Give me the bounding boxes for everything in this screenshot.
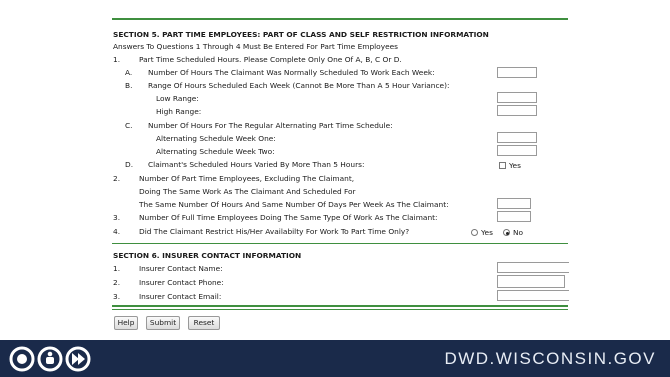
- radio-icon[interactable]: [471, 229, 478, 236]
- checkbox-icon[interactable]: [499, 162, 506, 169]
- q1d-text: Claimant's Scheduled Hours Varied By Mor…: [148, 160, 365, 169]
- contact-phone-label: Insurer Contact Phone:: [139, 278, 224, 287]
- q2-line1: Number Of Part Time Employees, Excluding…: [139, 174, 355, 183]
- contact-email-number: 3.: [113, 292, 121, 301]
- q2-line2: Doing The Same Work As The Claimant And …: [139, 187, 356, 196]
- normal-hours-input[interactable]: [497, 67, 537, 78]
- q4-number: 4.: [113, 227, 121, 236]
- part-time-count-input[interactable]: [497, 198, 531, 209]
- radio-selected-icon[interactable]: [503, 229, 510, 236]
- q1c-letter: C.: [125, 121, 133, 130]
- q4-text: Did The Claimant Restrict His/Her Availa…: [139, 227, 410, 236]
- form-bottom-rule: [112, 305, 568, 307]
- restrict-no-radio[interactable]: No: [503, 228, 523, 237]
- q3-text: Number Of Full Time Employees Doing The …: [139, 213, 438, 222]
- varied-hours-yes-label: Yes: [509, 161, 521, 170]
- contact-phone-input[interactable]: [497, 275, 565, 288]
- q1-text: Part Time Scheduled Hours. Please Comple…: [139, 55, 402, 64]
- q1d-letter: D.: [125, 160, 134, 169]
- q3-number: 3.: [113, 213, 121, 222]
- contact-name-number: 1.: [113, 264, 121, 273]
- q1a-text: Number Of Hours The Claimant Was Normall…: [148, 68, 435, 77]
- q2-line3: The Same Number Of Hours And Same Number…: [139, 200, 449, 209]
- help-button[interactable]: Help: [114, 316, 138, 330]
- high-range-input[interactable]: [497, 105, 537, 116]
- section5-heading: SECTION 5. PART TIME EMPLOYEES: PART OF …: [113, 30, 489, 39]
- section6-heading: SECTION 6. INSURER CONTACT INFORMATION: [113, 251, 302, 260]
- contact-phone-number: 2.: [113, 278, 121, 287]
- q2-number: 2.: [113, 174, 121, 183]
- contact-email-label: Insurer Contact Email:: [139, 292, 222, 301]
- site-domain: DWD.WISCONSIN.GOV: [444, 349, 656, 368]
- form-bottom-rule-thin: [112, 309, 568, 310]
- contact-email-input[interactable]: [497, 290, 569, 301]
- restrict-yes-radio[interactable]: Yes: [471, 228, 493, 237]
- low-range-label: Low Range:: [156, 94, 199, 103]
- section-divider: [112, 243, 568, 244]
- q1b-letter: B.: [125, 81, 133, 90]
- restrict-yes-label: Yes: [481, 228, 493, 237]
- footer-bar: DWD.WISCONSIN.GOV: [0, 340, 670, 377]
- q1a-letter: A.: [125, 68, 133, 77]
- week-two-input[interactable]: [497, 145, 537, 156]
- submit-button[interactable]: Submit: [146, 316, 180, 330]
- q1c-text: Number Of Hours For The Regular Alternat…: [148, 121, 393, 130]
- contact-name-input[interactable]: [497, 262, 569, 273]
- section5-note: Answers To Questions 1 Through 4 Must Be…: [113, 42, 399, 51]
- high-range-label: High Range:: [156, 107, 202, 116]
- week-two-label: Alternating Schedule Week Two:: [156, 147, 275, 156]
- low-range-input[interactable]: [497, 92, 537, 103]
- contact-name-label: Insurer Contact Name:: [139, 264, 223, 273]
- q1b-text: Range Of Hours Scheduled Each Week (Cann…: [148, 81, 450, 90]
- week-one-label: Alternating Schedule Week One:: [156, 134, 276, 143]
- top-divider: [112, 18, 568, 20]
- reset-button[interactable]: Reset: [188, 316, 220, 330]
- q1-number: 1.: [113, 55, 121, 64]
- week-one-input[interactable]: [497, 132, 537, 143]
- full-time-count-input[interactable]: [497, 211, 531, 222]
- accessibility-logo-icons: [9, 346, 91, 372]
- varied-hours-yes-checkbox[interactable]: Yes: [499, 161, 521, 170]
- restrict-no-label: No: [513, 228, 524, 237]
